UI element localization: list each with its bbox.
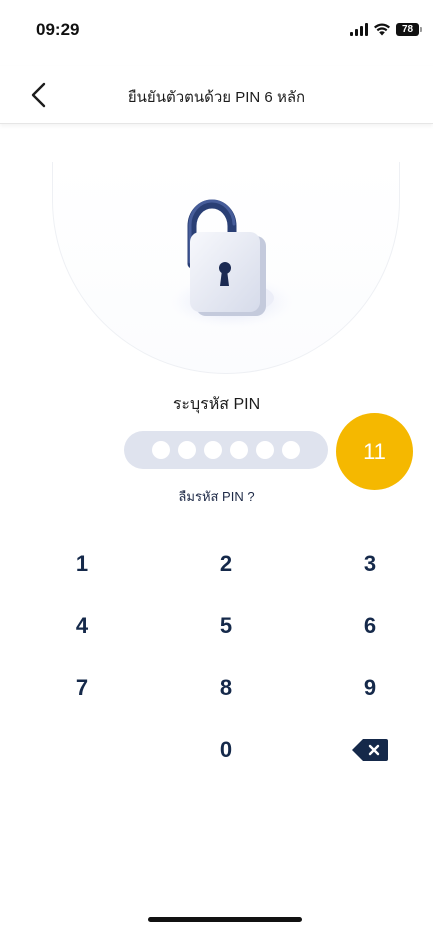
- home-indicator[interactable]: [148, 917, 302, 922]
- key-1[interactable]: 1: [52, 542, 112, 586]
- signal-icon: [350, 22, 368, 36]
- nav-header: ยืนยันตัวตนด้วย PIN 6 หลัก: [0, 66, 433, 124]
- pin-dot: [152, 441, 170, 459]
- page-title: ยืนยันตัวตนด้วย PIN 6 หลัก: [127, 89, 306, 106]
- numeric-keypad: 1 2 3 4 5 6 7 8 9 0: [0, 540, 433, 780]
- key-7[interactable]: 7: [52, 666, 112, 710]
- pin-dot: [230, 441, 248, 459]
- pin-dot: [178, 441, 196, 459]
- backspace-icon: [352, 739, 388, 761]
- pin-dot: [204, 441, 222, 459]
- pin-dot: [256, 441, 274, 459]
- pin-dot: [282, 441, 300, 459]
- key-0[interactable]: 0: [196, 728, 256, 772]
- backspace-button[interactable]: [340, 728, 400, 772]
- key-6[interactable]: 6: [340, 604, 400, 648]
- status-bar: 09:29 78: [0, 0, 433, 60]
- key-3[interactable]: 3: [340, 542, 400, 586]
- padlock-icon: [170, 199, 294, 328]
- key-9[interactable]: 9: [340, 666, 400, 710]
- status-icons: 78: [350, 22, 422, 36]
- key-2[interactable]: 2: [196, 542, 256, 586]
- key-4[interactable]: 4: [52, 604, 112, 648]
- pin-verification-screen: 09:29 78 ยืนยันตัวตนด้วย PIN 6 หลัก ระบุ…: [0, 0, 433, 934]
- step-badge: 11: [336, 413, 413, 490]
- key-5[interactable]: 5: [196, 604, 256, 648]
- forgot-pin-link[interactable]: ลืมรหัส PIN ?: [0, 486, 433, 507]
- battery-icon: 78: [396, 22, 422, 36]
- key-8[interactable]: 8: [196, 666, 256, 710]
- wifi-icon: [374, 23, 390, 36]
- pin-input[interactable]: [124, 431, 328, 469]
- status-time: 09:29: [36, 20, 80, 39]
